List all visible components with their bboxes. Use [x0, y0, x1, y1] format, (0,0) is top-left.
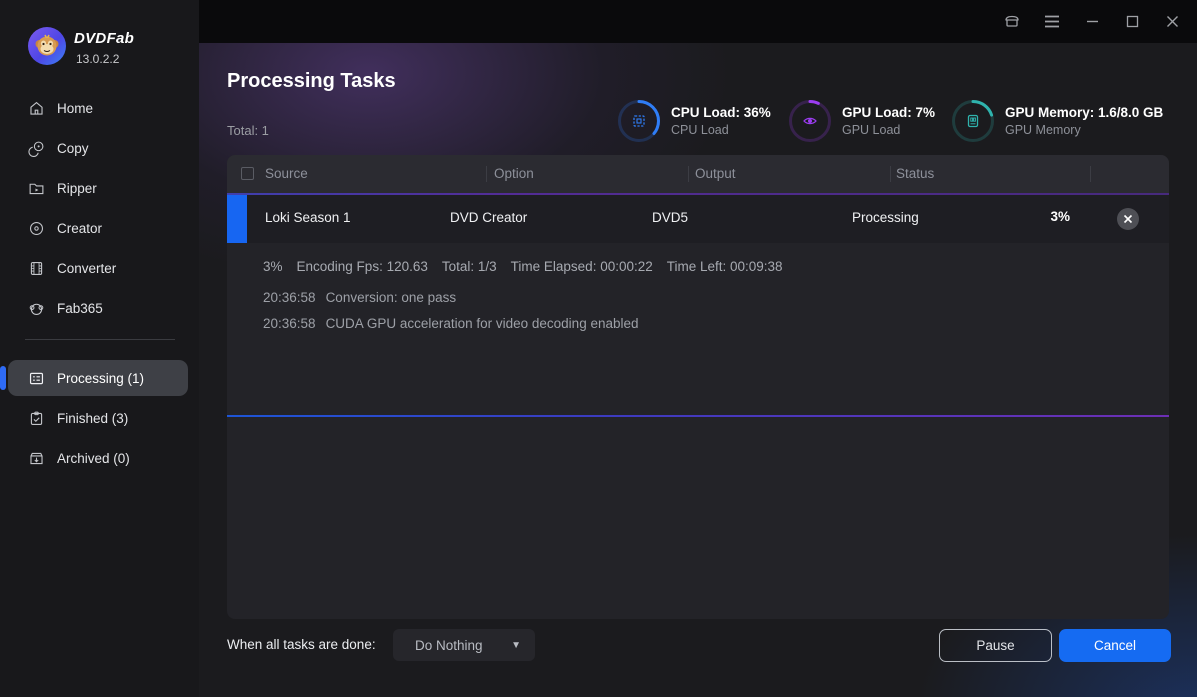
total-count: Total: 1	[227, 123, 269, 138]
progress-percent: 3%	[263, 259, 283, 274]
chevron-down-icon: ▼	[511, 640, 521, 651]
log-time: 20:36:58	[263, 290, 316, 305]
menu-icon[interactable]	[1043, 13, 1061, 31]
tasks-done-label: When all tasks are done:	[227, 629, 376, 661]
cpu-chip-icon	[630, 112, 648, 130]
sidebar-item-label: Archived (0)	[57, 451, 130, 466]
gpu-load-label: GPU Load	[842, 123, 935, 137]
sidebar-item-processing[interactable]: Processing (1)	[0, 358, 199, 398]
sidebar-item-label: Processing (1)	[57, 371, 144, 386]
task-panel: Source Option Output Status Loki Season …	[227, 155, 1169, 619]
log-line: 20:36:58 Conversion: one pass	[263, 290, 456, 305]
sidebar-item-copy[interactable]: Copy	[0, 128, 199, 168]
task-output: DVD5	[652, 210, 688, 225]
sidebar-item-label: Ripper	[57, 181, 97, 196]
sidebar-item-creator[interactable]: Creator	[0, 208, 199, 248]
sidebar-item-label: Creator	[57, 221, 102, 236]
sidebar-item-converter[interactable]: Converter	[0, 248, 199, 288]
sidebar: DVDFab 13.0.2.2 Home Copy Ripper Creator	[0, 0, 199, 697]
task-status: Processing	[852, 210, 919, 225]
select-all-checkbox[interactable]	[241, 167, 254, 180]
log-time: 20:36:58	[263, 316, 316, 331]
cpu-load-value: CPU Load: 36%	[671, 105, 771, 120]
finished-clipboard-icon	[28, 410, 45, 427]
gpu-eye-icon	[801, 112, 819, 130]
cpu-load-label: CPU Load	[671, 123, 771, 137]
task-option: DVD Creator	[450, 210, 527, 225]
dvdfab-logo	[28, 27, 66, 65]
sidebar-item-home[interactable]: Home	[0, 88, 199, 128]
memory-chip-icon	[964, 112, 982, 130]
progress-left: Time Left: 00:09:38	[667, 259, 783, 274]
column-header-status: Status	[896, 166, 934, 181]
dvdfab-window: DVDFab 13.0.2.2 Home Copy Ripper Creator	[0, 0, 1197, 697]
creator-disc-icon	[28, 220, 45, 237]
sidebar-item-label: Fab365	[57, 301, 103, 316]
column-header-option: Option	[494, 166, 534, 181]
ripper-folder-icon	[28, 180, 45, 197]
task-row[interactable]: Loki Season 1 DVD Creator DVD5 Processin…	[227, 195, 1169, 243]
column-header-output: Output	[695, 166, 736, 181]
close-x-icon	[1123, 214, 1133, 224]
sidebar-item-ripper[interactable]: Ripper	[0, 168, 199, 208]
main-content: Processing Tasks Total: 1 CPU Load: 36% …	[199, 43, 1197, 697]
crown-icon[interactable]	[1003, 13, 1021, 31]
converter-film-icon	[28, 260, 45, 277]
dropdown-value: Do Nothing	[415, 638, 503, 653]
pause-button[interactable]: Pause	[939, 629, 1052, 662]
sidebar-item-label: Finished (3)	[57, 411, 128, 426]
gpu-memory-stat: GPU Memory: 1.6/8.0 GB GPU Memory	[951, 99, 1163, 143]
archived-box-icon	[28, 450, 45, 467]
fab365-monkey-icon	[28, 300, 45, 317]
app-version: 13.0.2.2	[76, 52, 119, 66]
home-icon	[28, 100, 45, 117]
task-progress-details: 3% Encoding Fps: 120.63 Total: 1/3 Time Ela…	[263, 259, 797, 274]
sidebar-item-archived[interactable]: Archived (0)	[0, 438, 199, 478]
task-source: Loki Season 1	[265, 210, 351, 225]
task-row-accent	[227, 195, 247, 243]
minimize-icon[interactable]	[1083, 13, 1101, 31]
sidebar-item-label: Converter	[57, 261, 116, 276]
cpu-load-stat: CPU Load: 36% CPU Load	[617, 99, 771, 143]
progress-total: Total: 1/3	[442, 259, 497, 274]
gpu-load-stat: GPU Load: 7% GPU Load	[788, 99, 935, 143]
sidebar-divider	[25, 339, 175, 340]
app-name: DVDFab	[74, 30, 134, 47]
task-close-button[interactable]	[1117, 208, 1139, 230]
log-message: Conversion: one pass	[326, 290, 457, 305]
close-icon[interactable]	[1163, 13, 1181, 31]
gpu-memory-value: GPU Memory: 1.6/8.0 GB	[1005, 105, 1163, 120]
page-title: Processing Tasks	[227, 70, 396, 93]
copy-discs-icon	[28, 140, 45, 157]
cancel-button[interactable]: Cancel	[1059, 629, 1171, 662]
progress-fps: Encoding Fps: 120.63	[297, 259, 428, 274]
column-header-source: Source	[265, 166, 308, 181]
progress-elapsed: Time Elapsed: 00:00:22	[511, 259, 653, 274]
task-group-divider	[227, 415, 1169, 417]
log-line: 20:36:58 CUDA GPU acceleration for video …	[263, 316, 639, 331]
task-percent: 3%	[1050, 209, 1070, 224]
sidebar-item-fab365[interactable]: Fab365	[0, 288, 199, 328]
gpu-load-value: GPU Load: 7%	[842, 105, 935, 120]
monkey-mascot-icon	[32, 31, 62, 61]
titlebar	[199, 0, 1197, 43]
tasks-done-dropdown[interactable]: Do Nothing ▼	[393, 629, 535, 661]
sidebar-item-label: Home	[57, 101, 93, 116]
log-message: CUDA GPU acceleration for video decoding…	[326, 316, 639, 331]
sidebar-item-label: Copy	[57, 141, 89, 156]
gpu-memory-label: GPU Memory	[1005, 123, 1163, 137]
processing-list-icon	[28, 370, 45, 387]
table-header: Source Option Output Status	[227, 155, 1169, 193]
maximize-icon[interactable]	[1123, 13, 1141, 31]
sidebar-item-finished[interactable]: Finished (3)	[0, 398, 199, 438]
